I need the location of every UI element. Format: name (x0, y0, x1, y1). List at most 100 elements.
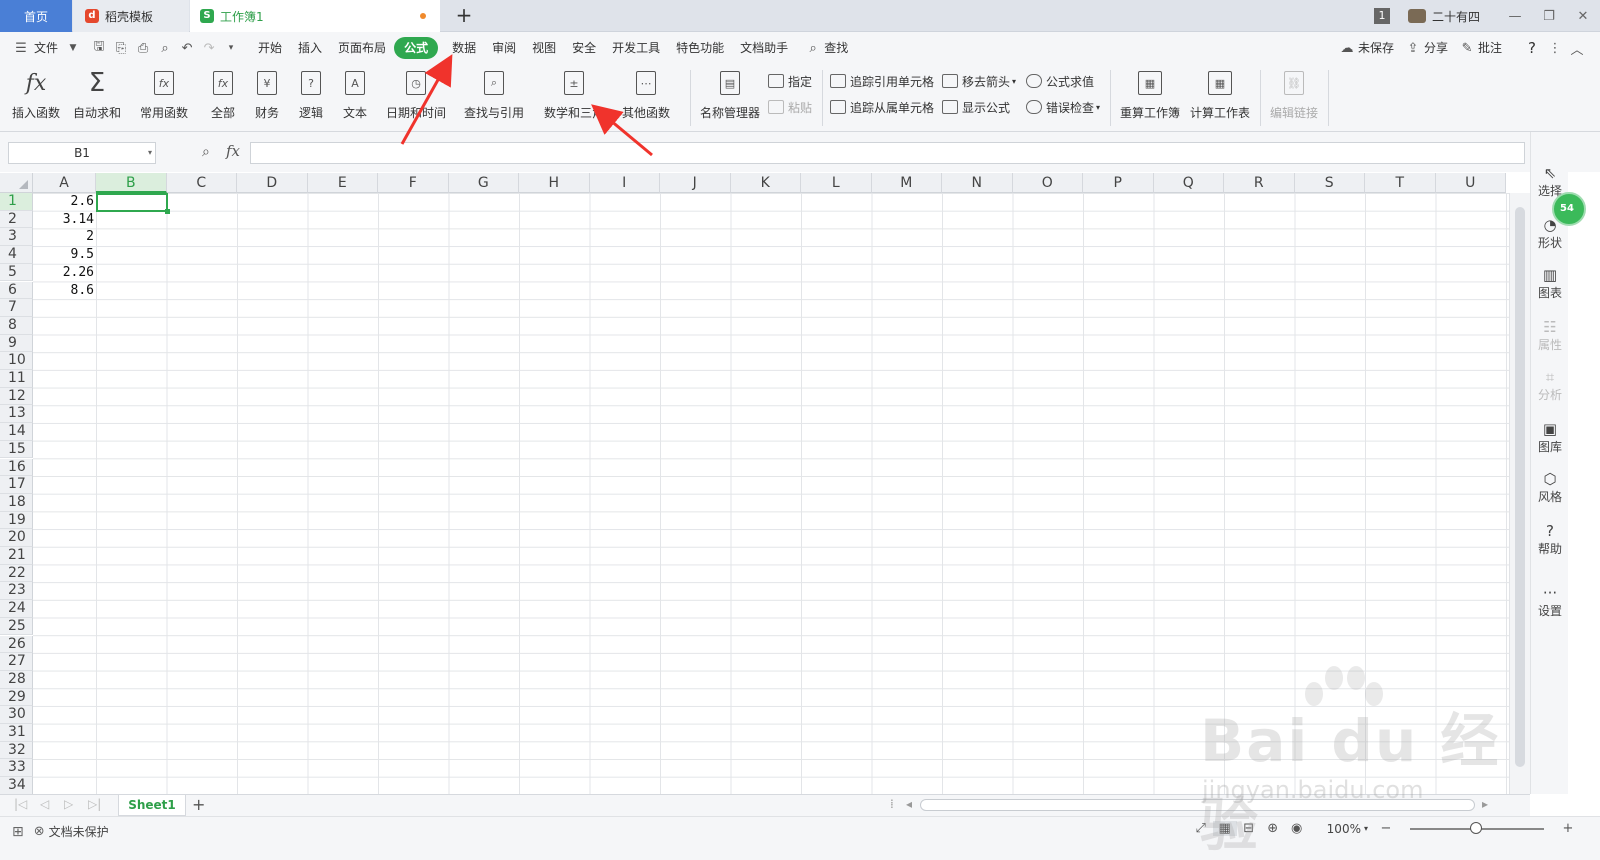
menu-home[interactable]: 开始 (250, 37, 290, 59)
trace-dependents-button[interactable]: 追踪从属单元格 (830, 96, 934, 118)
column-header-o[interactable]: O (1012, 173, 1083, 193)
row-header-31[interactable]: 31 (0, 724, 33, 742)
row-header-25[interactable]: 25 (0, 617, 33, 636)
row-header-17[interactable]: 17 (0, 476, 33, 494)
zoom-out-icon[interactable]: − (1374, 821, 1398, 836)
sidebar-item-gallery[interactable]: ▣ 图库 (1531, 420, 1569, 455)
insert-function-button[interactable]: fx 插入函数 (12, 68, 60, 128)
sidebar-item-style[interactable]: ⬡ 风格 (1531, 470, 1569, 505)
close-icon[interactable]: ✕ (1566, 9, 1600, 24)
zoom-formula-icon[interactable]: ⌕ (202, 144, 210, 160)
column-header-n[interactable]: N (942, 173, 1013, 193)
select-all-corner[interactable] (0, 173, 33, 193)
cell-a6[interactable]: 8.6 (33, 282, 96, 300)
row-header-15[interactable]: 15 (0, 440, 33, 459)
shield-icon[interactable]: ⊗ (34, 824, 45, 839)
last-sheet-icon[interactable]: ▷| (88, 797, 101, 811)
finance-functions-button[interactable]: ¥ 财务 (252, 68, 282, 128)
macro-icon[interactable]: ⊞ (12, 824, 24, 840)
column-header-c[interactable]: C (166, 173, 237, 193)
print-preview-icon[interactable]: ⌕ (154, 41, 176, 56)
comment-icon[interactable]: ✎ (1456, 41, 1478, 56)
menu-security[interactable]: 安全 (564, 37, 604, 59)
row-header-8[interactable]: 8 (0, 316, 33, 335)
logic-functions-button[interactable]: ? 逻辑 (296, 68, 326, 128)
row-header-26[interactable]: 26 (0, 635, 33, 654)
row-header-24[interactable]: 24 (0, 600, 33, 618)
more-icon[interactable]: ⋮ (1544, 41, 1566, 56)
row-header-2[interactable]: 2 (0, 210, 33, 229)
menu-features[interactable]: 特色功能 (668, 37, 732, 59)
row-header-29[interactable]: 29 (0, 688, 33, 707)
scroll-right-icon[interactable]: ▸ (1482, 797, 1488, 811)
row-header-9[interactable]: 9 (0, 334, 33, 353)
math-functions-button[interactable]: ± 数学和三角 (544, 68, 604, 128)
sheet-tab-sheet1[interactable]: Sheet1 (118, 795, 186, 816)
chevron-down-icon[interactable]: ▾ (148, 143, 152, 163)
vertical-scroll-thumb[interactable] (1515, 207, 1525, 767)
next-sheet-icon[interactable]: ▷ (64, 797, 73, 811)
menu-data[interactable]: 数据 (444, 37, 484, 59)
row-header-21[interactable]: 21 (0, 547, 33, 565)
row-header-34[interactable]: 34 (0, 777, 33, 794)
autosum-button[interactable]: Σ 自动求和 (73, 68, 121, 128)
new-tab-button[interactable]: + (452, 4, 476, 28)
scroll-left-icon[interactable]: ◂ (906, 797, 912, 811)
format-painter-icon[interactable]: ⎘ (110, 41, 132, 56)
remove-arrows-button[interactable]: 移去箭头 ▾ (942, 70, 1016, 92)
row-header-33[interactable]: 33 (0, 759, 33, 778)
cell-area[interactable] (33, 193, 1509, 794)
save-icon[interactable]: 🖫 (88, 37, 110, 59)
avatar[interactable] (1407, 9, 1426, 23)
user-name[interactable]: 二十有四 (1432, 8, 1480, 25)
row-header-20[interactable]: 20 (0, 529, 33, 547)
restore-icon[interactable]: ❐ (1532, 9, 1566, 24)
common-functions-button[interactable]: fx 常用函数 (140, 68, 188, 128)
print-icon[interactable]: ⎙ (132, 41, 154, 56)
customize-icon[interactable]: ▾ (220, 43, 242, 53)
specify-button[interactable]: 指定 (768, 70, 812, 92)
lookup-functions-button[interactable]: ⌕ 查找与引用 (464, 68, 524, 128)
row-header-23[interactable]: 23 (0, 582, 33, 601)
redo-icon[interactable]: ↷ (198, 41, 220, 56)
column-header-a[interactable]: A (33, 173, 96, 193)
cell-a3[interactable]: 2 (33, 228, 96, 246)
calc-sheet-button[interactable]: ▦ 计算工作表 (1190, 68, 1250, 128)
other-functions-button[interactable]: ⋯ 其他函数 (622, 68, 670, 128)
horizontal-scrollbar[interactable] (920, 799, 1475, 811)
row-header-1[interactable]: 1 (0, 193, 33, 211)
comment-button[interactable]: 批注 (1478, 37, 1510, 59)
column-header-t[interactable]: T (1365, 173, 1436, 193)
prev-sheet-icon[interactable]: ◁ (40, 797, 49, 811)
column-header-g[interactable]: G (448, 173, 519, 193)
column-header-m[interactable]: M (871, 173, 942, 193)
row-header-13[interactable]: 13 (0, 405, 33, 424)
active-cell-cursor[interactable] (96, 193, 170, 214)
split-handle-icon[interactable]: ⁞ (890, 797, 894, 811)
fullscreen-icon[interactable]: ⤢ (1189, 821, 1213, 836)
sidebar-item-chart[interactable]: ▥ 图表 (1531, 266, 1569, 301)
menu-insert[interactable]: 插入 (290, 37, 330, 59)
zoom-slider[interactable] (1410, 821, 1544, 834)
column-header-i[interactable]: I (589, 173, 660, 193)
sidebar-item-property[interactable]: ☷ 属性 (1531, 318, 1569, 353)
eye-care-icon[interactable]: ◉ (1285, 821, 1309, 836)
sidebar-item-analysis[interactable]: ⌗ 分析 (1531, 368, 1569, 403)
zoom-in-icon[interactable]: + (1556, 821, 1580, 836)
chevron-down-icon[interactable]: ▼ (66, 43, 80, 53)
column-header-u[interactable]: U (1435, 173, 1506, 193)
chevron-down-icon[interactable]: ▾ (1364, 824, 1368, 833)
column-header-d[interactable]: D (237, 173, 308, 193)
row-header-27[interactable]: 27 (0, 653, 33, 671)
row-header-6[interactable]: 6 (0, 281, 33, 300)
column-header-p[interactable]: P (1083, 173, 1154, 193)
evaluate-formula-button[interactable]: 公式求值 (1026, 70, 1094, 92)
hamburger-icon[interactable]: ☰ (10, 41, 32, 56)
row-header-22[interactable]: 22 (0, 564, 33, 583)
row-header-10[interactable]: 10 (0, 352, 33, 370)
datetime-functions-button[interactable]: ◷ 日期和时间 (386, 68, 446, 128)
row-header-28[interactable]: 28 (0, 670, 33, 689)
tab-workbook[interactable]: S 工作簿1 (190, 0, 440, 32)
column-header-j[interactable]: J (660, 173, 731, 193)
row-header-5[interactable]: 5 (0, 263, 33, 282)
